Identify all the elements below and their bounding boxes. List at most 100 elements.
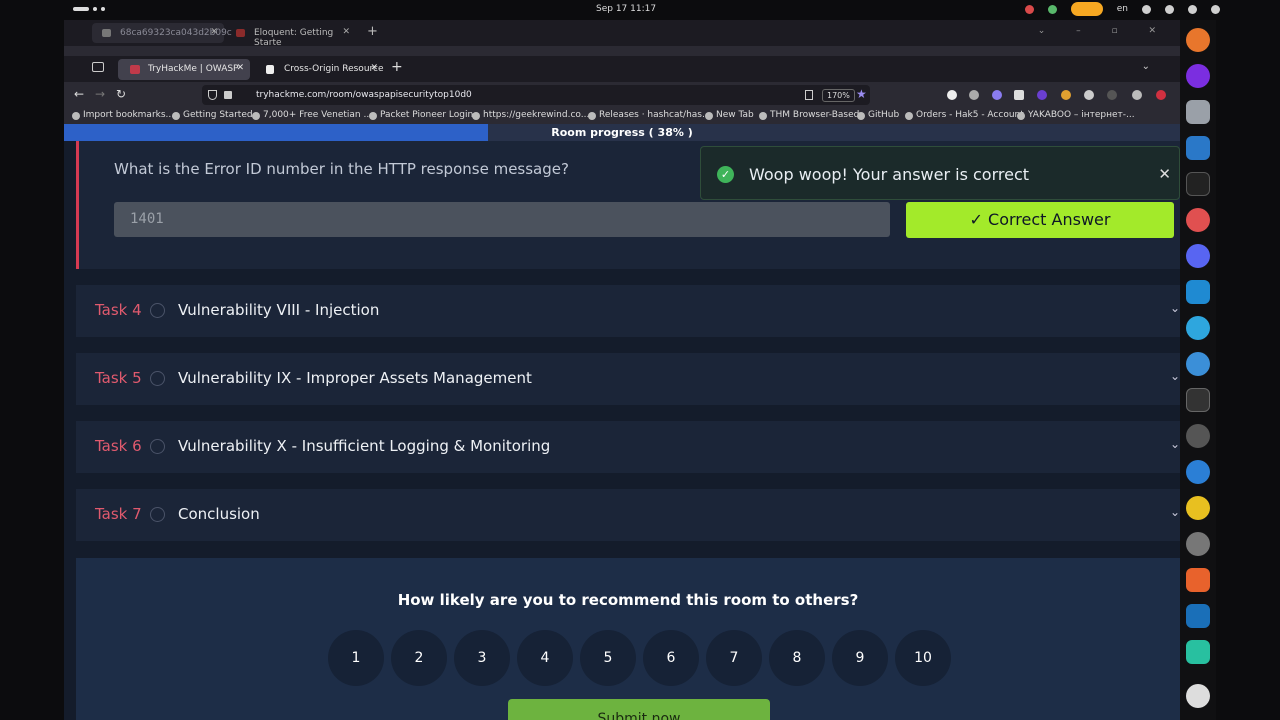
chevron-down-icon[interactable]: ⌄ [1170, 369, 1180, 383]
vscode-icon[interactable] [1186, 280, 1210, 304]
mdn-favicon-icon [266, 65, 274, 74]
task-title: Conclusion [178, 505, 260, 523]
tab-list-icon[interactable] [92, 62, 104, 72]
close-tab-icon[interactable]: ✕ [370, 63, 378, 73]
bookmark-item[interactable]: https://geekrewind.co... [472, 110, 589, 120]
rating-option[interactable]: 3 [454, 630, 510, 686]
extension-icon[interactable] [947, 90, 957, 100]
software-center-icon[interactable] [1186, 208, 1210, 232]
rating-option[interactable]: 10 [895, 630, 951, 686]
clock[interactable]: Sep 17 11:17 [596, 4, 656, 14]
extension-icon[interactable] [1037, 90, 1047, 100]
room-progress-label: Room progress ( 38% ) [551, 126, 693, 139]
writer-icon[interactable] [1186, 136, 1210, 160]
rating-option[interactable]: 2 [391, 630, 447, 686]
battery-icon[interactable] [1211, 4, 1220, 14]
wifi-icon[interactable] [1165, 4, 1174, 14]
task-item[interactable]: Task 7 Conclusion ⌄ [76, 489, 1180, 541]
rating-option[interactable]: 4 [517, 630, 573, 686]
extension-icon[interactable] [1014, 90, 1024, 100]
new-tab-icon[interactable]: + [367, 24, 378, 39]
outer-tab-2[interactable]: Eloquent: Getting Starte ✕ [226, 23, 356, 48]
shield-icon[interactable] [1047, 4, 1057, 14]
task-item[interactable]: Task 6 Vulnerability X - Insufficient Lo… [76, 421, 1180, 473]
microphone-icon[interactable] [1142, 4, 1151, 14]
tradingview-icon[interactable] [1186, 172, 1210, 196]
question-text: What is the Error ID number in the HTTP … [114, 160, 569, 178]
tracking-shield-icon[interactable] [208, 90, 217, 100]
bookmark-item[interactable]: Packet Pioneer Login [369, 110, 473, 120]
rating-option[interactable]: 9 [832, 630, 888, 686]
bookmark-star-icon[interactable]: ★ [856, 87, 867, 101]
extension-icon[interactable] [1061, 90, 1071, 100]
inner-tab-2[interactable]: Cross-Origin Resource Sh ✕ [254, 59, 384, 80]
bookmark-item[interactable]: Orders - Hak5 - Account [905, 110, 1024, 120]
back-icon[interactable]: ← [74, 87, 84, 101]
extension-icon[interactable] [969, 90, 979, 100]
volume-icon[interactable] [1188, 4, 1197, 14]
chevron-down-icon[interactable]: ⌄ [1170, 301, 1180, 315]
extension-icon[interactable] [992, 90, 1002, 100]
discord-icon[interactable] [1186, 244, 1210, 268]
network-status-icon[interactable] [1024, 4, 1034, 14]
bookmark-item[interactable]: YAKABOO – інтернет-... [1017, 110, 1135, 120]
extension-icon[interactable] [1084, 90, 1094, 100]
zoom-level[interactable]: 170% [822, 89, 855, 102]
bookmark-item[interactable]: GitHub [857, 110, 899, 120]
reload-icon[interactable]: ↻ [116, 87, 126, 101]
new-tab-icon[interactable]: + [391, 59, 403, 75]
chevron-down-icon[interactable]: ⌄ [1170, 437, 1180, 451]
inner-tab-active[interactable]: TryHackMe | OWASP ✕ [118, 59, 250, 80]
task-status-icon [150, 439, 165, 454]
rhythmbox-icon[interactable] [1186, 496, 1210, 520]
close-icon[interactable]: ✕ [1158, 165, 1171, 183]
help-icon[interactable] [1186, 352, 1210, 376]
close-tab-icon[interactable]: ✕ [210, 27, 218, 37]
wireshark-icon[interactable] [1186, 604, 1210, 628]
burp-icon[interactable] [1186, 640, 1210, 664]
bookmark-item[interactable]: THM Browser-Based [759, 110, 859, 120]
forward-icon[interactable]: → [95, 87, 105, 101]
chevron-down-icon[interactable]: ⌄ [1170, 505, 1180, 519]
lock-icon[interactable] [224, 91, 232, 99]
rating-option[interactable]: 6 [643, 630, 699, 686]
extension-icon[interactable] [1132, 90, 1142, 100]
address-bar[interactable]: tryhackme.com/room/owaspapisecuritytop10… [202, 85, 870, 105]
extension-icon[interactable] [1107, 90, 1117, 100]
chevron-down-icon[interactable]: ⌄ [1142, 61, 1150, 72]
outer-tab-1[interactable]: 68ca69323ca043d2b09c ✕ [92, 23, 232, 43]
extension-icon[interactable] [1156, 90, 1166, 100]
bookmark-item[interactable]: Import bookmarks... [72, 110, 174, 120]
close-tab-icon[interactable]: ✕ [342, 27, 350, 37]
notification-pill[interactable] [1070, 2, 1103, 16]
terminal-icon[interactable] [1186, 388, 1210, 412]
reader-view-icon[interactable] [805, 90, 813, 100]
rating-option[interactable]: 5 [580, 630, 636, 686]
telegram-icon[interactable] [1186, 316, 1210, 340]
rating-option[interactable]: 8 [769, 630, 825, 686]
answer-field[interactable]: 1401 [114, 202, 890, 237]
bookmark-item[interactable]: Releases · hashcat/has... [588, 110, 711, 120]
rating-option[interactable]: 7 [706, 630, 762, 686]
rating-option[interactable]: 1 [328, 630, 384, 686]
ubuntu-apps-icon[interactable] [1186, 684, 1210, 708]
bookmark-item[interactable]: Getting Started [172, 110, 253, 120]
task-item[interactable]: Task 4 Vulnerability VIII - Injection ⌄ [76, 285, 1180, 337]
app-store-icon[interactable] [1186, 568, 1210, 592]
clock-app-icon[interactable] [1186, 532, 1210, 556]
submit-button[interactable]: Submit now [508, 699, 770, 720]
firefox-icon[interactable] [1186, 28, 1210, 52]
tor-browser-icon[interactable] [1186, 64, 1210, 88]
correct-answer-button[interactable]: ✓ Correct Answer [906, 202, 1174, 238]
close-tab-icon[interactable]: ✕ [236, 63, 244, 73]
workspace-indicator[interactable] [73, 7, 105, 11]
language-indicator[interactable]: en [1117, 4, 1128, 14]
gimp-icon[interactable] [1186, 424, 1210, 448]
url-text[interactable]: tryhackme.com/room/owaspapisecuritytop10… [256, 90, 472, 100]
window-controls[interactable]: ⌄ – ▫ ✕ [1038, 26, 1170, 36]
bookmark-item[interactable]: 7,000+ Free Venetian ... [252, 110, 372, 120]
files-icon[interactable] [1186, 100, 1210, 124]
task-item[interactable]: Task 5 Vulnerability IX - Improper Asset… [76, 353, 1180, 405]
bookmark-item[interactable]: New Tab [705, 110, 754, 120]
thunderbird-icon[interactable] [1186, 460, 1210, 484]
